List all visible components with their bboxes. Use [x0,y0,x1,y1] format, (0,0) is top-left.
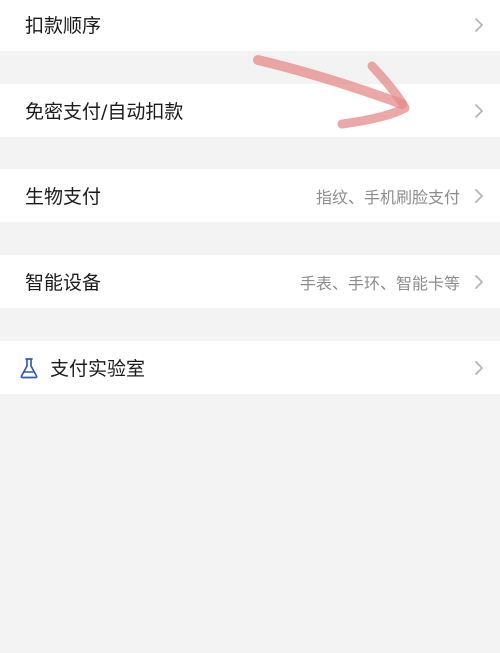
settings-page: 扣款顺序 免密支付/自动扣款 生物支付 指纹、手机刷脸支付 智能设备 手表、手环… [0,0,500,653]
smart-device-subtitle: 手表、手环、智能卡等 [299,273,460,293]
biometric-payment-label: 生物支付 [25,186,102,208]
biometric-payment-row[interactable]: 生物支付 指纹、手机刷脸支付 [0,169,500,222]
chevron-right-icon [474,103,484,119]
payment-lab-row[interactable]: 支付实验室 [0,341,500,394]
deduct-order-row[interactable]: 扣款顺序 [0,0,500,51]
password-free-payment-row[interactable]: 免密支付/自动扣款 [0,84,500,137]
smart-device-label: 智能设备 [25,272,102,294]
chevron-right-icon [474,360,484,376]
payment-lab-label: 支付实验室 [50,358,146,380]
smart-device-row[interactable]: 智能设备 手表、手环、智能卡等 [0,255,500,308]
biometric-payment-subtitle: 指纹、手机刷脸支付 [315,187,460,207]
chevron-right-icon [474,274,484,290]
flask-icon [18,357,40,379]
chevron-right-icon [474,188,484,204]
chevron-right-icon [474,17,484,33]
password-free-payment-label: 免密支付/自动扣款 [25,101,184,123]
deduct-order-label: 扣款顺序 [25,15,102,37]
